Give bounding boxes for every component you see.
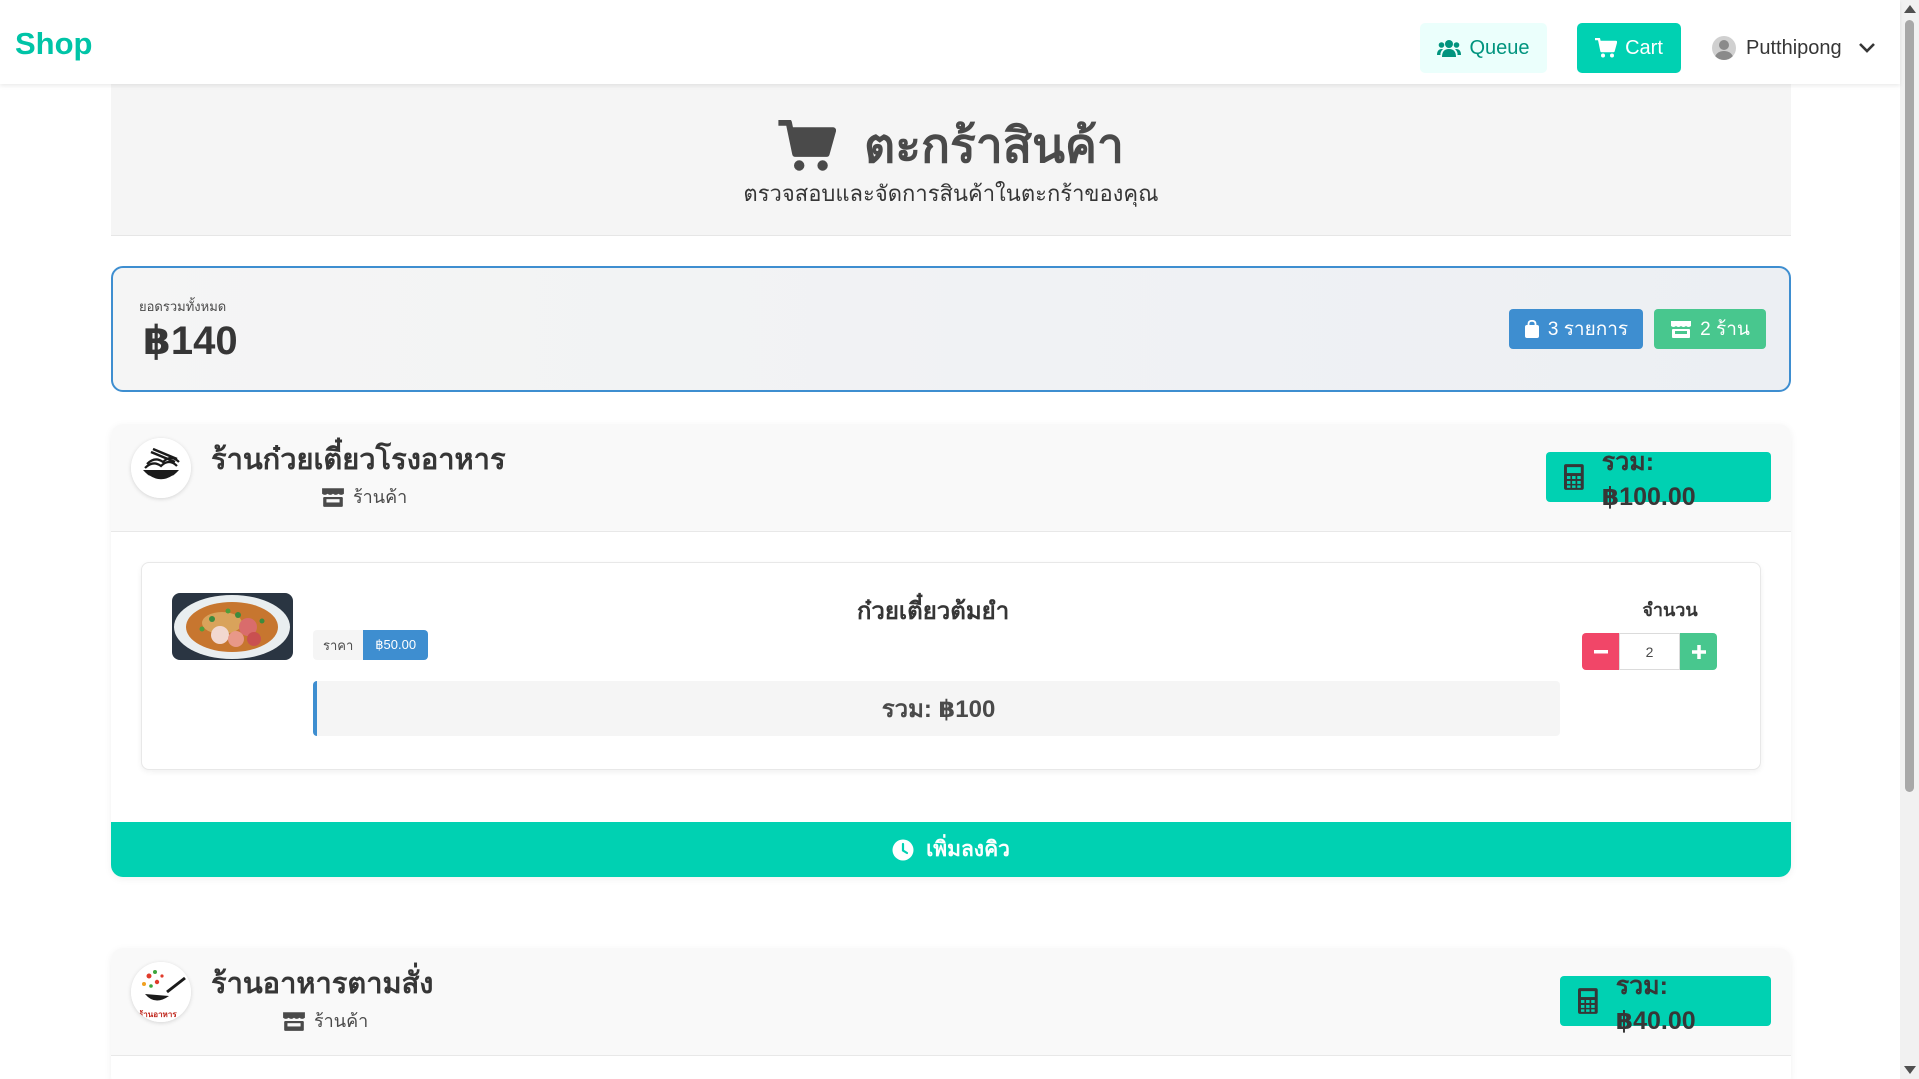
quantity-label: จำนวน (1642, 600, 1698, 620)
shop-header: ร้านก๋วยเตี๋ยวโรงอาหาร ร้านค้า รวม: ฿100… (111, 424, 1791, 532)
item-count-tag: 3 รายการ (1509, 309, 1643, 349)
shop-type-label: ร้านค้า (353, 487, 408, 507)
scroll-up-arrow-icon[interactable] (1904, 5, 1916, 13)
cart-icon (778, 120, 837, 171)
shop-logo-text: ร้านอาหาร (139, 1010, 177, 1019)
store-icon (1671, 321, 1692, 338)
user-menu[interactable]: Putthipong (1712, 23, 1876, 73)
shop-card: ร้านก๋วยเตี๋ยวโรงอาหาร ร้านค้า รวม: ฿100… (111, 424, 1791, 877)
page-scrollbar[interactable] (1900, 0, 1919, 1079)
scrollbar-thumb[interactable] (1905, 20, 1914, 792)
tom-yum-noodle-image (172, 593, 293, 660)
shop-subtotal: รวม: ฿100.00 (1546, 448, 1771, 511)
summary-label: ยอดรวมทั้งหมด (139, 299, 227, 314)
line-total: รวม: ฿100 (313, 681, 1560, 736)
shop-type: ร้านค้า (321, 482, 407, 511)
add-to-queue-label: เพิ่มลงคิว (926, 838, 1010, 861)
calculator-icon (1564, 464, 1584, 490)
shop-subtotal: รวม: ฿40.00 (1560, 972, 1771, 1035)
shop-type-label: ร้านค้า (314, 1011, 369, 1031)
shop-header: ร้านอาหาร ร้านอาหารตามสั่ง ร้านค้า รวม: … (111, 948, 1791, 1056)
shop-name: ร้านอาหารตามสั่ง (211, 968, 434, 1000)
price-tag: ราคา ฿50.00 (313, 630, 429, 660)
minus-icon (1593, 649, 1608, 653)
price-value: ฿50.00 (363, 630, 429, 660)
shop-subtotal-label: รวม: ฿40.00 (1615, 972, 1696, 1035)
brand-logo[interactable]: Shop (15, 26, 93, 62)
page-header: ตะกร้าสินค้า ตรวจสอบและจัดการสินค้าในตะก… (111, 84, 1791, 236)
plus-icon (1691, 644, 1706, 659)
queue-nav-label: Queue (1469, 36, 1530, 59)
price-label: ราคา (313, 630, 364, 660)
chevron-down-icon (1858, 43, 1875, 53)
cart-nav-button[interactable]: Cart (1577, 23, 1681, 73)
item-count-label: 3 รายการ (1547, 319, 1629, 340)
clock-icon (892, 839, 914, 860)
page-title-row: ตะกร้าสินค้า (111, 108, 1791, 184)
scroll-down-arrow-icon[interactable] (1904, 1066, 1916, 1074)
page-title: ตะกร้าสินค้า (864, 120, 1124, 173)
store-icon (283, 1011, 305, 1031)
shop-subtotal-label: รวม: ฿100.00 (1601, 448, 1696, 511)
users-icon (1437, 40, 1462, 57)
user-name: Putthipong (1746, 36, 1842, 59)
cart-item: ก๋วยเตี๋ยวต้มยำ ราคา ฿50.00 รวม: ฿100 จำ… (141, 562, 1761, 770)
noodle-bowl-icon (131, 438, 191, 498)
cart-nav-label: Cart (1625, 36, 1663, 59)
add-to-queue-button[interactable]: เพิ่มลงคิว (111, 822, 1791, 877)
shop-type: ร้านค้า (282, 1006, 368, 1035)
increase-quantity-button[interactable] (1680, 633, 1717, 670)
store-icon (322, 487, 344, 507)
shop-count-label: 2 ร้าน (1700, 319, 1750, 340)
shop-name: ร้านก๋วยเตี๋ยวโรงอาหาร (211, 444, 506, 476)
calculator-icon (1578, 988, 1598, 1014)
shopping-bag-icon (1524, 320, 1539, 338)
decrease-quantity-button[interactable] (1582, 633, 1619, 670)
cart-icon (1595, 38, 1618, 58)
quantity-input[interactable]: 2 (1619, 633, 1680, 670)
product-name: ก๋วยเตี๋ยวต้มยำ (856, 598, 1010, 625)
top-navbar: Shop Queue Cart Putthipong (0, 0, 1900, 84)
queue-nav-button[interactable]: Queue (1420, 23, 1547, 73)
avatar (1712, 36, 1736, 60)
page-subtitle: ตรวจสอบและจัดการสินค้าในตะกร้าของคุณ (743, 181, 1159, 206)
shop-logo (131, 438, 191, 498)
product-image (172, 593, 293, 660)
shop-count-tag: 2 ร้าน (1654, 309, 1766, 349)
shop-logo: ร้านอาหาร (131, 962, 191, 1022)
shop-card: ร้านอาหาร ร้านอาหารตามสั่ง ร้านค้า รวม: … (111, 948, 1791, 1079)
cart-summary-box: ยอดรวมทั้งหมด ฿140 3 รายการ 2 ร้าน (111, 266, 1791, 392)
grand-total: ฿140 (143, 319, 238, 363)
